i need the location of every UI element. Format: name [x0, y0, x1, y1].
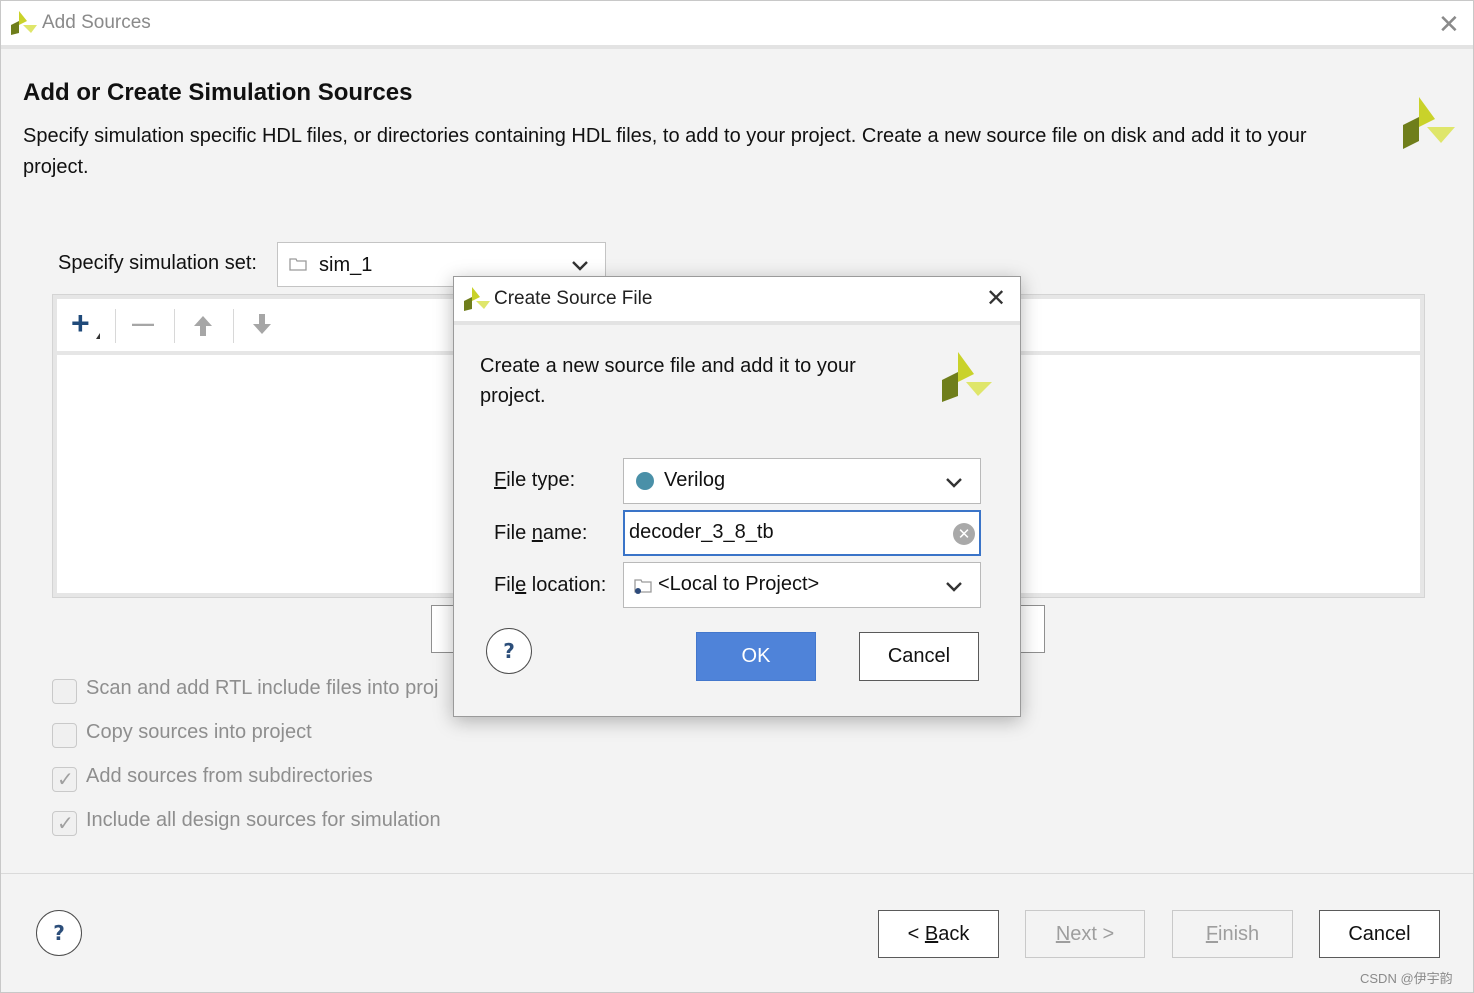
vivado-logo-icon — [11, 11, 37, 35]
option-label: Scan and add RTL include files into proj — [86, 677, 439, 699]
folder-icon — [634, 579, 652, 594]
checkbox[interactable] — [52, 723, 77, 748]
arrow-up-icon — [194, 316, 212, 336]
file-location-label: File location: — [494, 574, 606, 597]
dialog-title: Create Source File — [494, 288, 653, 309]
remove-source-button[interactable]: — — [116, 299, 172, 351]
footer-divider — [1, 873, 1473, 874]
move-up-button[interactable] — [175, 299, 231, 351]
simulation-set-value: sim_1 — [319, 254, 373, 276]
file-name-label-rest: ame: — [542, 522, 588, 544]
file-type-dropdown[interactable]: Verilog — [623, 458, 981, 504]
ok-button[interactable]: OK — [696, 632, 816, 681]
chevron-down-icon — [572, 261, 588, 271]
watermark: CSDN @伊宇韵 — [1360, 971, 1453, 986]
file-type-label-rest: ile type: — [506, 469, 576, 491]
vivado-logo-icon — [464, 287, 490, 311]
option-label: Copy sources into project — [86, 721, 312, 743]
next-button[interactable]: Next > — [1025, 910, 1145, 958]
file-type-value: Verilog — [664, 469, 726, 491]
clear-icon[interactable]: ✕ — [953, 523, 975, 545]
chevron-down-icon — [946, 478, 962, 488]
option-label: Include all design sources for simulatio… — [86, 809, 441, 831]
next-label-rest: ext > — [1070, 923, 1115, 945]
window-title: Add Sources — [42, 12, 151, 33]
next-label-mnemonic: N — [1055, 923, 1071, 945]
chevron-down-icon — [946, 582, 962, 592]
minus-icon: — — [132, 311, 154, 336]
back-label-rest: ack — [938, 923, 970, 945]
window-titlebar: Add Sources ✕ — [1, 1, 1473, 45]
folder-icon — [289, 258, 307, 271]
help-button[interactable]: ? — [36, 910, 82, 956]
plus-icon: + — [71, 305, 90, 341]
file-name-mnemonic: n — [531, 522, 543, 544]
page-description: Specify simulation specific HDL files, o… — [23, 125, 1307, 178]
finish-button[interactable]: Finish — [1172, 910, 1293, 958]
dialog-titlebar: Create Source File ✕ — [454, 277, 1020, 321]
dialog-close-icon[interactable]: ✕ — [986, 287, 1006, 311]
dialog-description: Create a new source file and add it to y… — [480, 355, 856, 407]
file-location-mnemonic: e — [515, 574, 527, 596]
option-label: Add sources from subdirectories — [86, 765, 373, 787]
file-type-mnemonic: F — [494, 469, 507, 491]
dialog-cancel-button[interactable]: Cancel — [859, 632, 979, 681]
vivado-logo-icon — [1403, 97, 1455, 149]
window-close-icon[interactable]: ✕ — [1438, 11, 1460, 37]
dialog-help-button[interactable]: ? — [486, 628, 532, 674]
add-source-button[interactable]: + — [57, 299, 113, 351]
file-name-input[interactable]: decoder_3_8_tb ✕ — [623, 510, 981, 556]
file-name-label: File name: — [494, 522, 587, 545]
move-down-button[interactable] — [234, 299, 290, 351]
dialog-titlebar-divider — [454, 321, 1020, 325]
file-location-dropdown[interactable]: <Local to Project> — [623, 562, 981, 608]
checkbox[interactable] — [52, 767, 77, 792]
checkbox[interactable] — [52, 811, 77, 836]
verilog-dot-icon — [636, 472, 654, 490]
back-button[interactable]: < Back — [878, 910, 999, 958]
file-location-label-rest: location: — [526, 574, 607, 596]
dropdown-corner-icon — [96, 333, 100, 339]
checkbox[interactable] — [52, 679, 77, 704]
finish-label-mnemonic: F — [1205, 923, 1219, 945]
file-name-label-prefix: File — [494, 522, 532, 544]
page-heading: Add or Create Simulation Sources — [23, 79, 413, 106]
vivado-logo-icon — [942, 352, 992, 402]
create-source-file-dialog: Create Source File ✕ Create a new source… — [453, 276, 1021, 717]
titlebar-divider — [1, 45, 1473, 49]
file-location-value: <Local to Project> — [658, 573, 820, 595]
finish-label-rest: inish — [1218, 923, 1260, 945]
cancel-button[interactable]: Cancel — [1319, 910, 1440, 958]
file-location-label-prefix: Fil — [494, 574, 516, 596]
simulation-set-label: Specify simulation set: — [58, 252, 257, 274]
arrow-down-icon — [253, 314, 271, 334]
back-label-mnemonic: B — [924, 923, 939, 945]
file-name-value: decoder_3_8_tb — [629, 521, 774, 543]
back-label-prefix: < — [907, 923, 925, 945]
file-type-label: File type: — [494, 469, 575, 492]
